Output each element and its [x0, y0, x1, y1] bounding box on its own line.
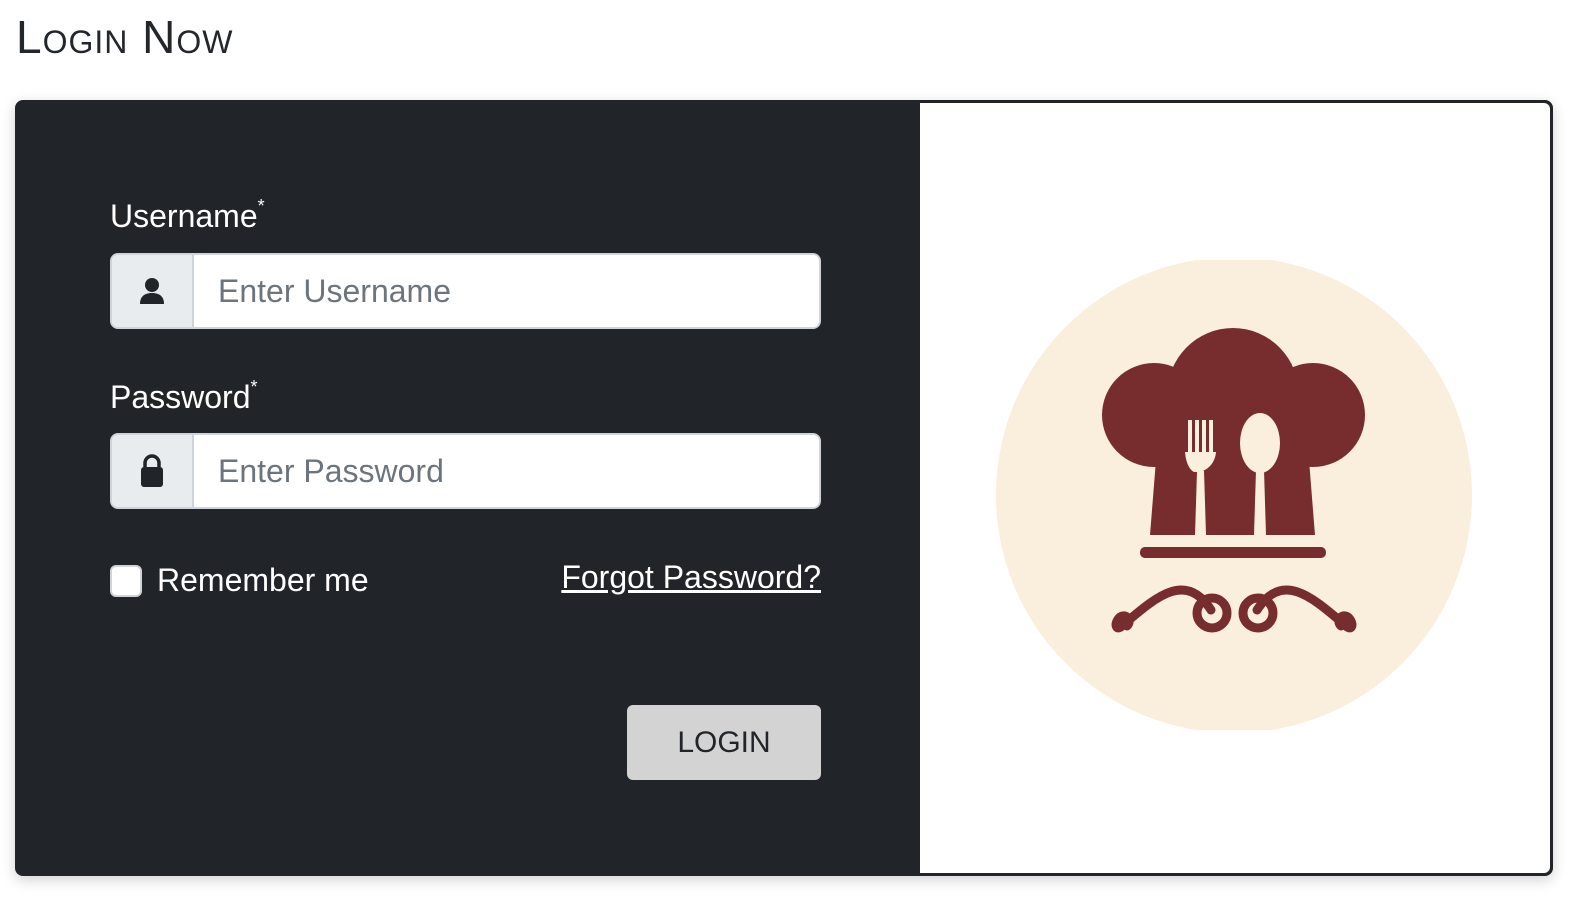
page-title: Login Now [16, 11, 234, 63]
login-form: Username* Password* [15, 100, 920, 876]
login-card: Username* Password* [15, 100, 1553, 876]
remember-me: Remember me [110, 562, 369, 599]
user-icon [140, 278, 164, 304]
chef-hat-fork-spoon-logo [996, 260, 1472, 730]
username-label: Username* [110, 196, 265, 235]
remember-me-label[interactable]: Remember me [157, 562, 369, 599]
username-label-text: Username [110, 198, 258, 234]
username-addon [112, 255, 194, 327]
lock-icon [141, 454, 163, 487]
forgot-password-link[interactable]: Forgot Password? [561, 559, 821, 596]
password-label-text: Password [110, 379, 251, 415]
password-label: Password* [110, 377, 258, 416]
remember-me-checkbox[interactable] [110, 564, 142, 597]
password-input[interactable] [194, 435, 819, 507]
password-input-group [110, 433, 821, 509]
logo-panel [920, 103, 1550, 873]
password-required-mark: * [250, 377, 258, 397]
username-input-group [110, 253, 821, 329]
username-input[interactable] [194, 255, 819, 327]
login-button[interactable]: LOGIN [627, 705, 821, 780]
username-required-mark: * [257, 196, 265, 216]
password-addon [112, 435, 194, 507]
